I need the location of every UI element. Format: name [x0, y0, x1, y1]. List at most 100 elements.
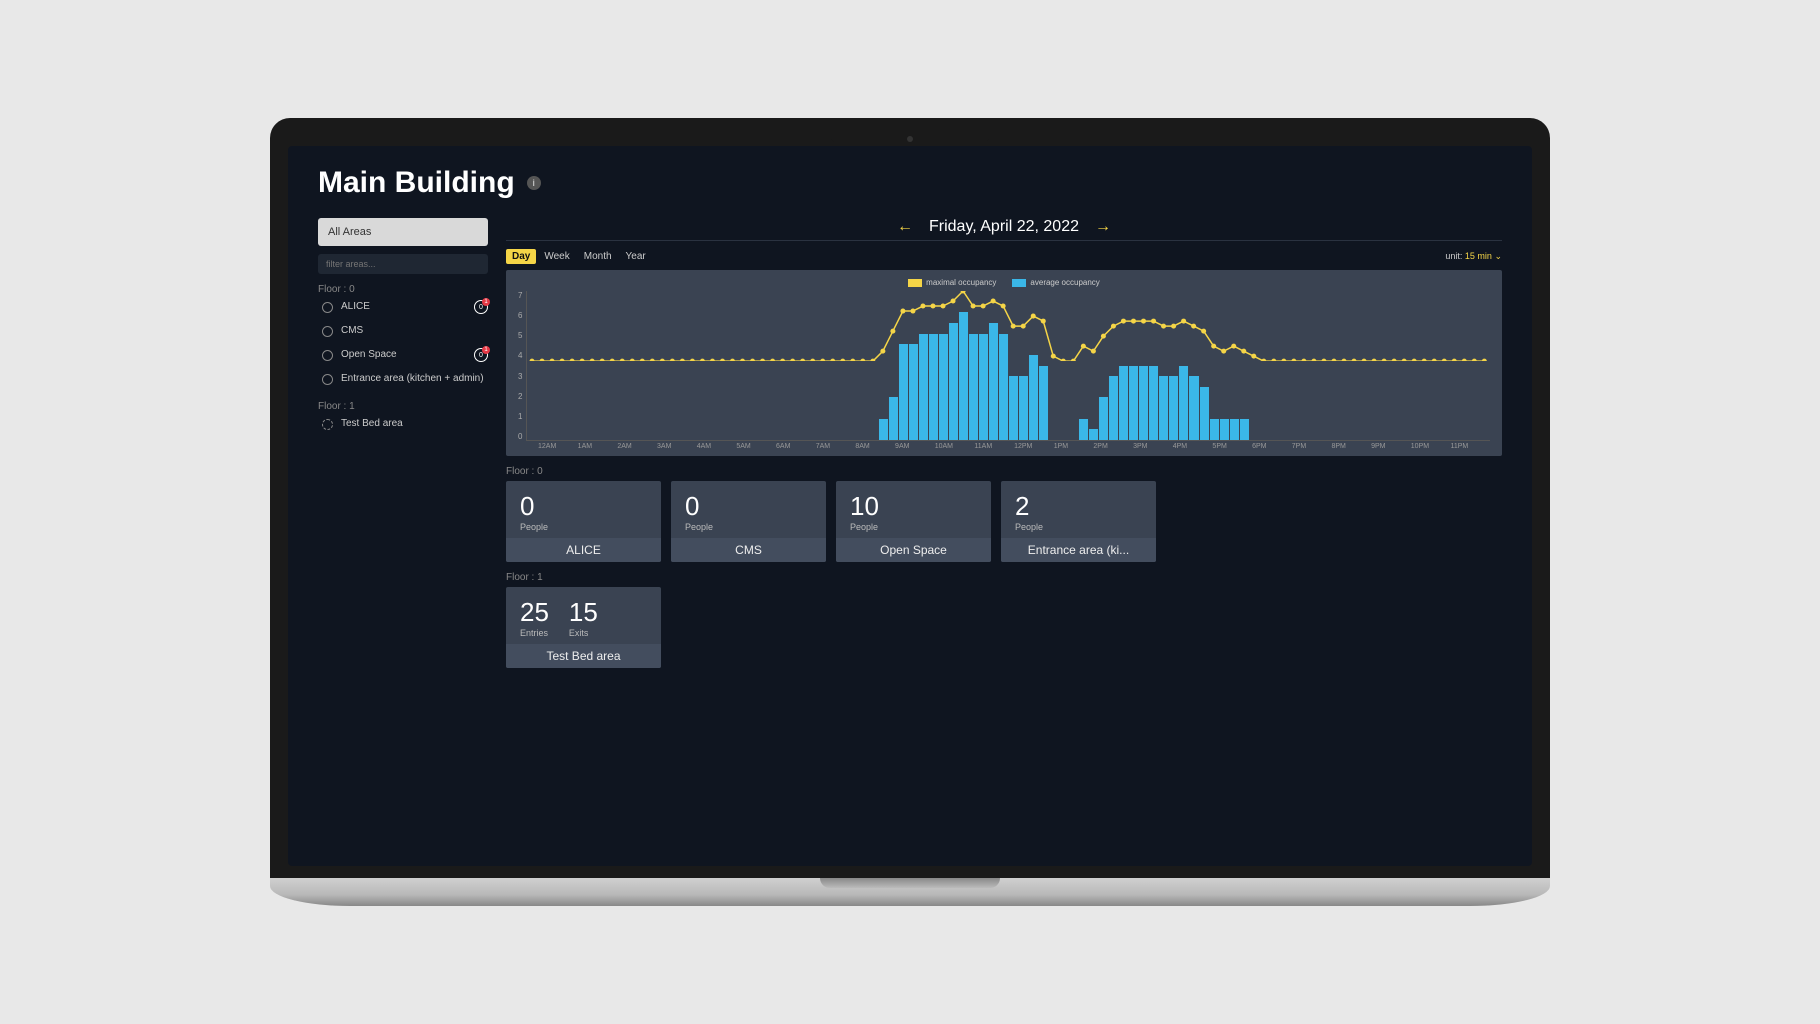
area-tile[interactable]: 10People Open Space: [836, 481, 991, 562]
floor1-section-label: Floor : 1: [506, 572, 1502, 583]
chart-bar: [959, 312, 968, 440]
chart-bar: [1169, 376, 1178, 440]
filter-areas-input[interactable]: [318, 254, 488, 274]
chart-bar: [1039, 366, 1048, 441]
floor-label: Floor : 1: [318, 401, 488, 412]
chart-bar: [1029, 355, 1038, 440]
chart-bar: [889, 397, 898, 440]
tile-name: Test Bed area: [506, 644, 661, 668]
sidebar-item-area[interactable]: Test Bed area: [318, 412, 488, 436]
chart-bar: [979, 334, 988, 440]
chart-bar: [1149, 366, 1158, 441]
chart-bar: [939, 334, 948, 440]
chart-bar: [1019, 376, 1028, 440]
tile-unit: People: [1015, 522, 1043, 532]
chart-bar: [899, 344, 908, 440]
tile-unit: People: [850, 522, 879, 532]
tile-name: ALICE: [506, 538, 661, 562]
all-areas-button[interactable]: All Areas: [318, 218, 488, 246]
tile-count: 10: [850, 491, 879, 522]
sidebar-item-area[interactable]: ALICE 01: [318, 295, 488, 319]
unit-selector[interactable]: unit: 15 min ⌄: [1445, 251, 1502, 262]
chart-bar: [1089, 429, 1098, 440]
chart-bar: [949, 323, 958, 440]
chart-plot: [526, 291, 1490, 441]
sidebar: All Areas Floor : 0 ALICE 01 CMS Open Space 0…: [318, 218, 488, 668]
period-tabs: DayWeekMonthYear: [506, 249, 652, 264]
chart-bar: [1159, 376, 1168, 440]
area-name-label: ALICE: [341, 301, 370, 313]
chart-bar: [1009, 376, 1018, 440]
radio-icon: [322, 302, 333, 313]
laptop-frame: Main Building i All Areas Floor : 0ALICE…: [270, 118, 1550, 906]
chart-bar: [1220, 419, 1229, 440]
area-tile[interactable]: 2People Entrance area (ki...: [1001, 481, 1156, 562]
tile-unit: People: [520, 522, 548, 532]
count-badge: 01: [474, 348, 488, 362]
prev-arrow-icon[interactable]: ←: [897, 218, 913, 236]
main-panel: ← Friday, April 22, 2022 → DayWeekMonthY…: [506, 218, 1502, 668]
tile-unit: People: [685, 522, 713, 532]
chart-bar: [1139, 366, 1148, 441]
chart-x-axis: 12AM1AM2AM3AM4AM5AM6AM7AM8AM9AM10AM11AM1…: [538, 443, 1490, 450]
chart-bar: [969, 334, 978, 440]
tile-count: 2: [1015, 491, 1043, 522]
chart-bar: [1189, 376, 1198, 440]
chart-bar: [1109, 376, 1118, 440]
area-tile[interactable]: 0People CMS: [671, 481, 826, 562]
chart-bar: [929, 334, 938, 440]
chevron-down-icon: ⌄: [1494, 251, 1502, 261]
radio-icon: [322, 374, 333, 385]
chart-bar: [879, 419, 888, 440]
page-title: Main Building i: [318, 166, 1502, 200]
chart-bar: [989, 323, 998, 440]
tile-name: Entrance area (ki...: [1001, 538, 1156, 562]
chart-bar: [1200, 387, 1209, 440]
tab-week[interactable]: Week: [538, 249, 575, 264]
chart-bar: [999, 334, 1008, 440]
chart-bar: [909, 344, 918, 440]
legend-avg: average occupancy: [1012, 278, 1099, 287]
legend-max: maximal occupancy: [908, 278, 996, 287]
chart-y-axis: 76543210: [518, 291, 526, 441]
date-navigator: ← Friday, April 22, 2022 →: [506, 218, 1502, 241]
date-label: Friday, April 22, 2022: [929, 218, 1079, 236]
tile-count: 0: [685, 491, 713, 522]
occupancy-chart: maximal occupancy average occupancy 7654…: [506, 270, 1502, 456]
count-badge: 01: [474, 300, 488, 314]
app-screen: Main Building i All Areas Floor : 0ALICE…: [288, 146, 1532, 866]
area-tile[interactable]: 0People ALICE: [506, 481, 661, 562]
area-name-label: Open Space: [341, 349, 397, 361]
radio-icon: [322, 350, 333, 361]
area-tile[interactable]: 25Entries15ExitsTest Bed area: [506, 587, 661, 668]
chart-bar: [1210, 419, 1219, 440]
area-name-label: Test Bed area: [341, 418, 403, 430]
floor-label: Floor : 0: [318, 284, 488, 295]
tab-year[interactable]: Year: [620, 249, 652, 264]
tile-count: 0: [520, 491, 548, 522]
tile-name: CMS: [671, 538, 826, 562]
alert-dot-icon: 1: [482, 346, 490, 354]
tile-exits: 15: [569, 597, 598, 628]
chart-bar: [1179, 366, 1188, 441]
radio-icon: [322, 419, 333, 430]
chart-bar: [919, 334, 928, 440]
sidebar-item-area[interactable]: CMS: [318, 319, 488, 343]
chart-bar: [1129, 366, 1138, 441]
tile-name: Open Space: [836, 538, 991, 562]
next-arrow-icon[interactable]: →: [1095, 218, 1111, 236]
info-icon[interactable]: i: [527, 176, 541, 190]
floor0-tiles: 0PeopleALICE0PeopleCMS10PeopleOpen Space…: [506, 481, 1502, 562]
alert-dot-icon: 1: [482, 298, 490, 306]
tile-entries: 25: [520, 597, 549, 628]
chart-bar: [1119, 366, 1128, 441]
area-name-label: Entrance area (kitchen + admin): [341, 373, 484, 385]
chart-bar: [1099, 397, 1108, 440]
tab-month[interactable]: Month: [578, 249, 618, 264]
chart-bar: [1079, 419, 1088, 440]
sidebar-item-area[interactable]: Open Space 01: [318, 343, 488, 367]
area-name-label: CMS: [341, 325, 363, 337]
chart-bar: [1240, 419, 1249, 440]
sidebar-item-area[interactable]: Entrance area (kitchen + admin): [318, 367, 488, 391]
tab-day[interactable]: Day: [506, 249, 536, 264]
